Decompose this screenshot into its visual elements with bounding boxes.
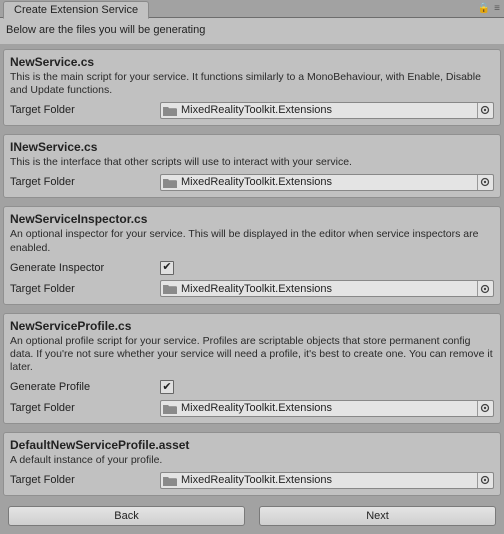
section-newservice: NewService.cs This is the main script fo… [3,49,501,126]
target-folder-label: Target Folder [10,176,160,188]
object-picker-icon[interactable] [477,401,491,416]
target-folder-row: Target Folder MixedRealityToolkit.Extens… [10,280,494,298]
generate-inspector-checkbox[interactable] [160,261,174,275]
generate-profile-checkbox[interactable] [160,380,174,394]
target-folder-row: Target Folder MixedRealityToolkit.Extens… [10,101,494,119]
next-button[interactable]: Next [259,506,496,526]
content-area: NewService.cs This is the main script fo… [0,44,504,500]
target-folder-label: Target Folder [10,474,160,486]
object-picker-icon[interactable] [477,281,491,296]
section-newserviceprofile: NewServiceProfile.cs An optional profile… [3,313,501,424]
generate-profile-row: Generate Profile [10,378,494,396]
target-folder-field[interactable]: MixedRealityToolkit.Extensions [160,400,494,417]
target-folder-field[interactable]: MixedRealityToolkit.Extensions [160,174,494,191]
target-folder-value: MixedRealityToolkit.Extensions [181,402,477,414]
lock-icon[interactable]: 🔒 [478,3,490,14]
section-desc: This is the main script for your service… [10,71,494,97]
section-desc: An optional profile script for your serv… [10,335,494,374]
section-title: DefaultNewServiceProfile.asset [10,438,494,452]
target-folder-field[interactable]: MixedRealityToolkit.Extensions [160,472,494,489]
menu-icon[interactable]: ≡ [494,3,500,14]
target-folder-field[interactable]: MixedRealityToolkit.Extensions [160,102,494,119]
target-folder-label: Target Folder [10,283,160,295]
folder-icon [163,283,177,294]
window-tab[interactable]: Create Extension Service [3,1,149,19]
section-desc: This is the interface that other scripts… [10,156,494,169]
section-desc: An optional inspector for your service. … [10,228,494,254]
section-newserviceinspector: NewServiceInspector.cs An optional inspe… [3,206,501,304]
section-inewservice: INewService.cs This is the interface tha… [3,134,501,198]
section-title: INewService.cs [10,140,494,154]
section-title: NewServiceInspector.cs [10,212,494,226]
target-folder-label: Target Folder [10,402,160,414]
section-title: NewServiceProfile.cs [10,319,494,333]
folder-icon [163,475,177,486]
back-button-label: Back [114,510,138,522]
back-button[interactable]: Back [8,506,245,526]
object-picker-icon[interactable] [477,175,491,190]
generate-inspector-label: Generate Inspector [10,262,160,274]
folder-icon [163,105,177,116]
generate-inspector-row: Generate Inspector [10,259,494,277]
title-bar: Create Extension Service 🔒 ≡ [0,0,504,18]
object-picker-icon[interactable] [477,103,491,118]
target-folder-value: MixedRealityToolkit.Extensions [181,474,477,486]
target-folder-label: Target Folder [10,104,160,116]
target-folder-field[interactable]: MixedRealityToolkit.Extensions [160,280,494,297]
target-folder-value: MixedRealityToolkit.Extensions [181,176,477,188]
section-title: NewService.cs [10,55,494,69]
target-folder-value: MixedRealityToolkit.Extensions [181,283,477,295]
section-defaultprofileasset: DefaultNewServiceProfile.asset A default… [3,432,501,496]
window-tab-label: Create Extension Service [14,4,138,16]
next-button-label: Next [366,510,389,522]
section-desc: A default instance of your profile. [10,454,494,467]
target-folder-value: MixedRealityToolkit.Extensions [181,104,477,116]
create-extension-service-window: { "header": { "tab_title": "Create Exten… [0,0,504,534]
folder-icon [163,177,177,188]
target-folder-row: Target Folder MixedRealityToolkit.Extens… [10,399,494,417]
intro-text: Below are the files you will be generati… [0,18,504,44]
footer: Back Next [0,500,504,534]
target-folder-row: Target Folder MixedRealityToolkit.Extens… [10,471,494,489]
object-picker-icon[interactable] [477,473,491,488]
generate-profile-label: Generate Profile [10,381,160,393]
window-controls: 🔒 ≡ [478,3,504,14]
folder-icon [163,403,177,414]
target-folder-row: Target Folder MixedRealityToolkit.Extens… [10,173,494,191]
